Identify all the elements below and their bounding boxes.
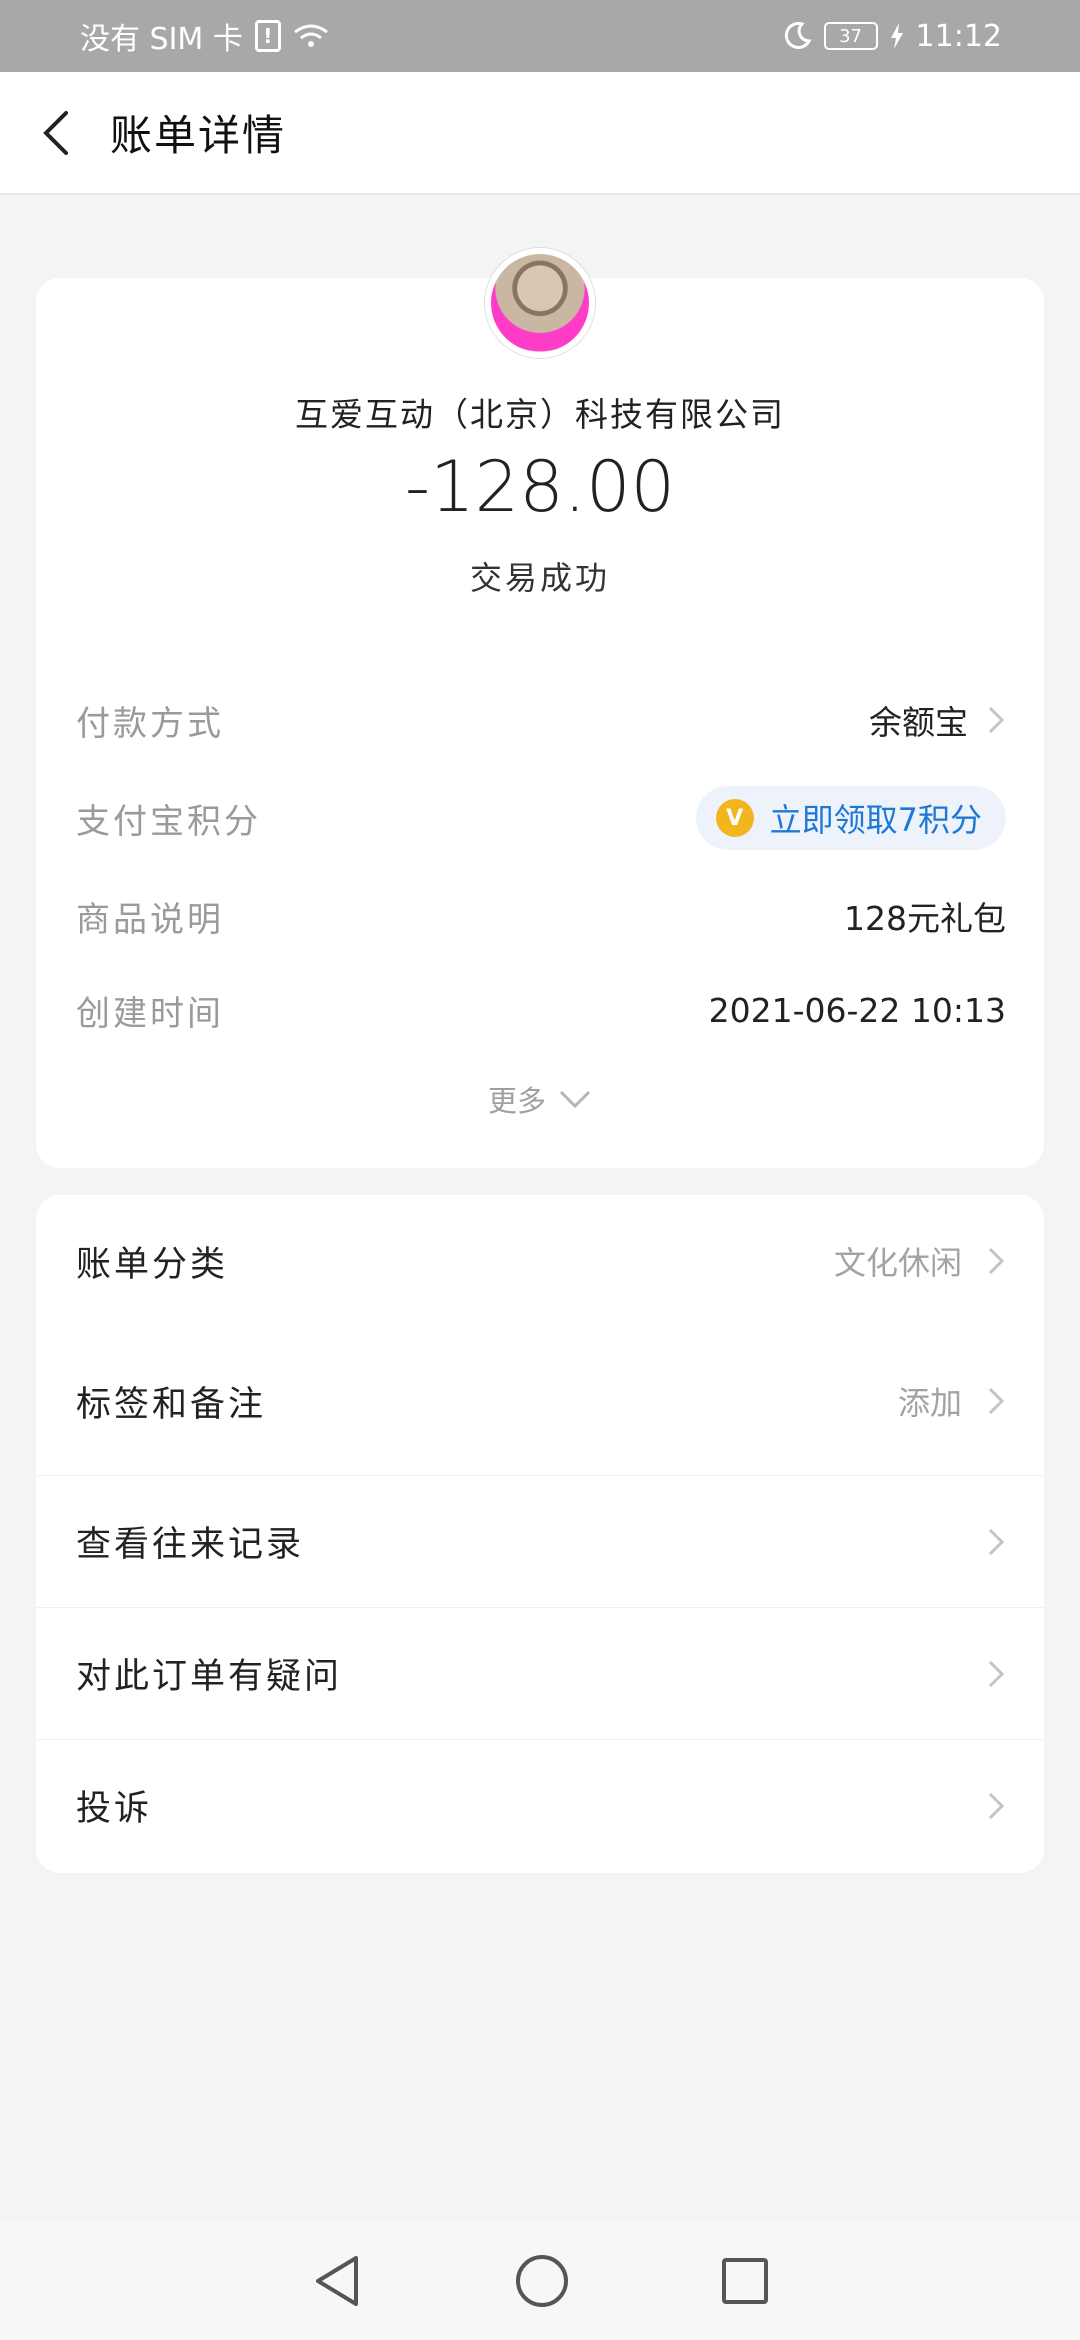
clock: 11:12 xyxy=(915,18,1002,54)
tags-notes-row[interactable]: 标签和备注 添加 xyxy=(36,1335,1044,1467)
back-button[interactable] xyxy=(0,71,110,194)
created-time-value: 2021-06-22 10:13 xyxy=(708,990,1006,1030)
battery-icon: 37 xyxy=(823,22,878,50)
payment-method-row[interactable]: 付款方式 余额宝 xyxy=(76,690,1006,750)
nav-home-icon[interactable] xyxy=(514,2253,570,2309)
order-question-chevron xyxy=(986,1658,1006,1690)
nav-recents-icon[interactable] xyxy=(720,2256,770,2306)
tags-notes-value-group: 添加 xyxy=(898,1378,1006,1424)
chevron-right-icon xyxy=(988,1387,1005,1415)
complaint-label: 投诉 xyxy=(76,1789,153,1829)
chevron-left-icon xyxy=(43,110,68,155)
transaction-history-chevron xyxy=(986,1526,1006,1558)
product-row: 商品说明 128元礼包 xyxy=(76,886,1006,946)
claim-points-button[interactable]: V 立即领取7积分 xyxy=(695,786,1006,850)
chevron-right-icon xyxy=(988,706,1005,734)
moon-icon xyxy=(784,21,811,49)
transaction-history-row[interactable]: 查看往来记录 xyxy=(36,1475,1044,1607)
chevron-right-icon xyxy=(988,1792,1005,1819)
more-text: 更多 xyxy=(487,1084,546,1118)
charging-icon xyxy=(890,23,903,49)
claim-points-text: 立即领取7积分 xyxy=(769,801,982,839)
product-label: 商品说明 xyxy=(76,899,224,940)
product-value: 128元礼包 xyxy=(844,899,1006,938)
wifi-icon xyxy=(293,24,328,47)
bill-category-row[interactable]: 账单分类 文化休闲 xyxy=(36,1195,1044,1327)
tags-notes-value: 添加 xyxy=(897,1384,962,1422)
transaction-amount: -128.00 xyxy=(404,446,676,528)
actions-card: 账单分类 文化休闲 标签和备注 添加 查看往来记录 对此订单有疑问 投诉 xyxy=(36,1195,1044,1873)
points-row: 支付宝积分 V 立即领取7积分 xyxy=(76,786,1006,850)
status-right: 37 11:12 xyxy=(782,19,1002,54)
created-time-row: 创建时间 2021-06-22 10:13 xyxy=(76,980,1006,1040)
sim-alert-icon: ! xyxy=(254,20,281,52)
payment-method-label: 付款方式 xyxy=(76,703,224,744)
page-title: 账单详情 xyxy=(110,111,287,160)
order-question-row[interactable]: 对此订单有疑问 xyxy=(36,1607,1044,1739)
transaction-status: 交易成功 xyxy=(469,559,610,597)
points-coin-icon: V xyxy=(715,799,754,837)
nav-back-icon[interactable] xyxy=(310,2252,364,2310)
merchant-name: 互爱互动（北京）科技有限公司 xyxy=(295,395,785,434)
payment-method-value: 余额宝 xyxy=(869,703,968,742)
system-nav-bar xyxy=(0,2222,1080,2340)
bill-category-label: 账单分类 xyxy=(76,1244,229,1285)
more-button[interactable]: 更多 xyxy=(36,1078,1044,1120)
created-time-label: 创建时间 xyxy=(76,993,224,1034)
chevron-right-icon xyxy=(988,1247,1005,1275)
payment-method-value-group: 余额宝 xyxy=(869,696,1006,744)
bill-category-value-group: 文化休闲 xyxy=(834,1238,1006,1284)
chevron-right-icon xyxy=(988,1528,1005,1555)
points-label: 支付宝积分 xyxy=(76,801,261,842)
carrier-text: 没有 SIM 卡 xyxy=(80,22,243,57)
bill-category-value: 文化休闲 xyxy=(833,1244,962,1282)
order-question-label: 对此订单有疑问 xyxy=(76,1657,343,1697)
app-header: 账单详情 xyxy=(0,72,1080,195)
tags-notes-label: 标签和备注 xyxy=(76,1384,267,1425)
transaction-card: 互爱互动（北京）科技有限公司 -128.00 交易成功 付款方式 余额宝 支付宝… xyxy=(36,248,1044,1168)
complaint-row[interactable]: 投诉 xyxy=(36,1739,1044,1871)
merchant-avatar xyxy=(485,248,595,358)
chevron-down-icon xyxy=(559,1090,591,1109)
chevron-right-icon xyxy=(988,1660,1005,1687)
status-bar: 没有 SIM 卡 ! 37 11:12 xyxy=(0,0,1080,72)
status-left: 没有 SIM 卡 ! xyxy=(80,14,329,58)
complaint-chevron xyxy=(986,1790,1006,1822)
transaction-history-label: 查看往来记录 xyxy=(76,1525,305,1565)
